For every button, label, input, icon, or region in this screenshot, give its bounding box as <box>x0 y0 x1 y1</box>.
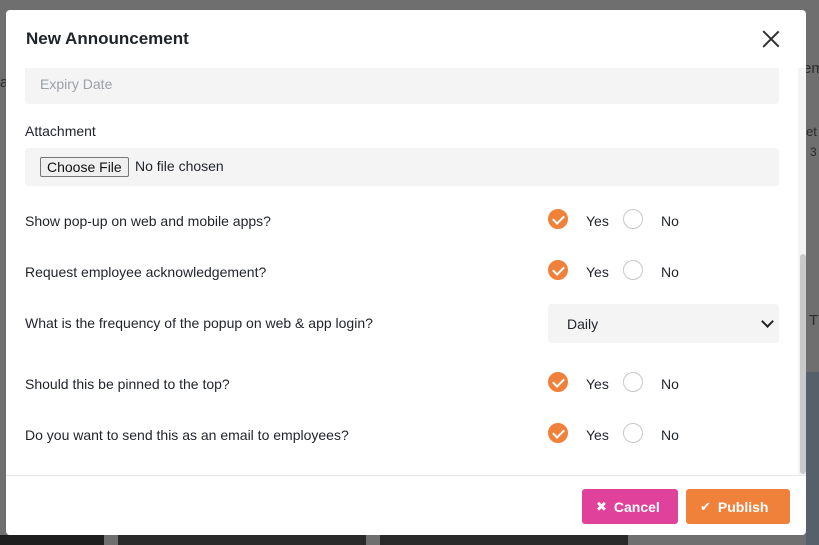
question-row-pinned: Should this be pinned to the top? Yes No <box>25 372 785 406</box>
background-thumbnail <box>0 535 104 545</box>
publish-button[interactable]: ✔ Publish <box>686 489 790 524</box>
email-no-radio[interactable] <box>623 423 643 443</box>
pinned-no-label[interactable]: No <box>661 376 679 392</box>
question-text: Should this be pinned to the top? <box>25 376 230 392</box>
close-icon[interactable] <box>762 30 780 48</box>
background-fragment: T <box>809 312 819 329</box>
frequency-select-value: Daily <box>567 316 599 332</box>
announcement-modal: New Announcement Expiry Date Attachment … <box>6 10 806 535</box>
background-fragment: 3 <box>810 145 817 159</box>
popup-no-radio[interactable] <box>623 209 643 229</box>
cancel-button-label: Cancel <box>613 498 660 515</box>
expiry-date-input[interactable]: Expiry Date <box>25 68 779 104</box>
modal-header: New Announcement <box>6 10 806 68</box>
expiry-date-placeholder: Expiry Date <box>40 76 113 92</box>
check-icon: ✔ <box>700 498 711 514</box>
attachment-label: Attachment <box>25 123 96 139</box>
background-thumbnail <box>118 535 366 545</box>
background-fragment: et <box>806 124 817 139</box>
modal-body: Expiry Date Attachment Choose File No fi… <box>6 68 806 475</box>
email-yes-radio[interactable] <box>548 423 568 443</box>
times-icon: ✖ <box>596 498 607 514</box>
modal-title: New Announcement <box>26 29 189 48</box>
popup-yes-radio[interactable] <box>548 209 568 229</box>
choose-file-button[interactable]: Choose File <box>40 157 129 177</box>
modal-footer: ✖ Cancel ✔ Publish <box>6 475 806 535</box>
acknowledgement-yes-radio[interactable] <box>548 260 568 280</box>
acknowledgement-no-radio[interactable] <box>623 260 643 280</box>
question-row-frequency: What is the frequency of the popup on we… <box>25 304 785 345</box>
question-row-email: Do you want to send this as an email to … <box>25 423 785 457</box>
background-image <box>806 372 819 545</box>
question-text: Request employee acknowledgement? <box>25 264 267 280</box>
acknowledgement-yes-label[interactable]: Yes <box>586 264 609 280</box>
chevron-down-icon <box>761 315 774 328</box>
popup-yes-label[interactable]: Yes <box>586 213 609 229</box>
email-no-label[interactable]: No <box>661 427 679 443</box>
question-text: Show pop-up on web and mobile apps? <box>25 213 271 229</box>
pinned-yes-label[interactable]: Yes <box>586 376 609 392</box>
question-text: What is the frequency of the popup on we… <box>25 315 373 331</box>
frequency-select[interactable]: Daily <box>548 304 779 343</box>
question-row-acknowledgement: Request employee acknowledgement? Yes No <box>25 260 785 294</box>
background-thumbnail <box>380 535 628 545</box>
publish-button-label: Publish <box>717 498 769 515</box>
no-file-text: No file chosen <box>135 158 224 174</box>
cancel-button[interactable]: ✖ Cancel <box>582 489 678 524</box>
email-yes-label[interactable]: Yes <box>586 427 609 443</box>
attachment-field: Choose File No file chosen <box>25 148 779 186</box>
popup-no-label[interactable]: No <box>661 213 679 229</box>
pinned-no-radio[interactable] <box>623 372 643 392</box>
question-row-popup: Show pop-up on web and mobile apps? Yes … <box>25 209 785 243</box>
acknowledgement-no-label[interactable]: No <box>661 264 679 280</box>
pinned-yes-radio[interactable] <box>548 372 568 392</box>
question-text: Do you want to send this as an email to … <box>25 427 349 443</box>
